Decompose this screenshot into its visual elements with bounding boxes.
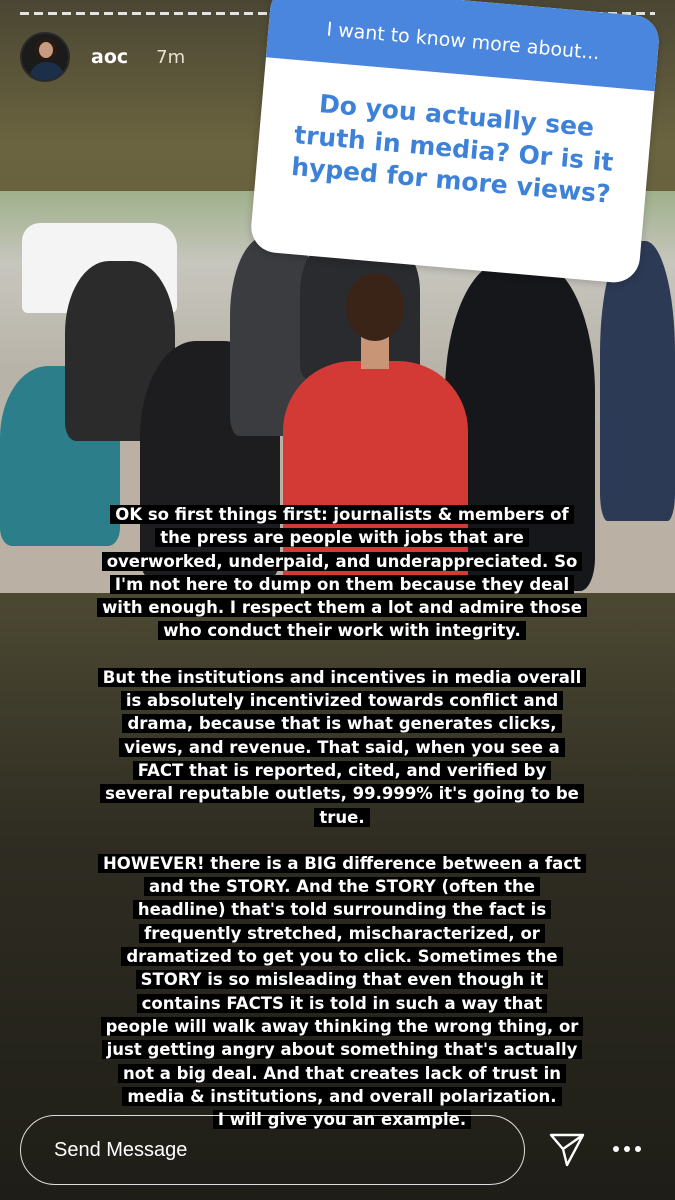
username[interactable]: aoc xyxy=(91,46,128,68)
caption-line: I'm not here to dump on them because the… xyxy=(109,574,575,594)
caption-line: FACT that is reported, cited, and verifi… xyxy=(132,760,552,780)
more-dots-icon[interactable] xyxy=(611,1142,643,1156)
caption-line: contains FACTS it is told in such a way … xyxy=(136,993,548,1013)
caption-line: HOWEVER! there is a BIG difference betwe… xyxy=(97,853,586,873)
caption-line: But the institutions and incentives in m… xyxy=(97,667,587,687)
paper-plane-icon[interactable] xyxy=(548,1131,586,1169)
avatar[interactable] xyxy=(20,32,70,82)
caption-paragraph: But the institutions and incentives in m… xyxy=(88,666,596,829)
caption-line: is absolutely incentivized towards confl… xyxy=(120,691,564,711)
caption-line: not a big deal. And that creates lack of… xyxy=(118,1063,566,1083)
caption-line: OK so first things first: journalists & … xyxy=(110,505,574,524)
caption-line: STORY is so misleading that even though … xyxy=(135,970,549,990)
caption-line: drama, because that is what generates cl… xyxy=(122,714,562,734)
caption-line: who conduct their work with integrity. xyxy=(158,621,526,641)
caption-line: headline) that's told surrounding the fa… xyxy=(132,900,552,920)
send-message-field[interactable]: Send Message xyxy=(20,1115,525,1185)
time-ago: 7m xyxy=(156,46,186,68)
story-caption: OK so first things first: journalists & … xyxy=(88,503,596,1131)
caption-line: overworked, underpaid, and underapprecia… xyxy=(101,551,583,571)
send-message-placeholder: Send Message xyxy=(54,1138,188,1161)
caption-line: and the STORY. And the STORY (often the xyxy=(144,877,540,897)
caption-line: views, and revenue. That said, when you … xyxy=(119,737,565,757)
caption-line: with enough. I respect them a lot and ad… xyxy=(97,598,587,618)
caption-paragraph: HOWEVER! there is a BIG difference betwe… xyxy=(88,852,596,1132)
caption-line: several reputable outlets, 99.999% it's … xyxy=(100,784,584,804)
caption-line: just getting angry about something that'… xyxy=(101,1040,583,1060)
caption-line: dramatized to get you to click. Sometime… xyxy=(121,947,563,967)
caption-paragraph: OK so first things first: journalists & … xyxy=(88,503,596,643)
caption-line: true. xyxy=(314,807,370,827)
caption-line: media & institutions, and overall polari… xyxy=(122,1086,562,1106)
caption-line: the press are people with jobs that are xyxy=(155,528,529,548)
caption-line: frequently stretched, mischaracterized, … xyxy=(139,923,545,943)
question-sticker[interactable]: I want to know more about... Do you actu… xyxy=(249,0,661,285)
caption-line: people will walk away thinking the wrong… xyxy=(100,1016,584,1036)
story-header: aoc 7m xyxy=(20,30,185,84)
